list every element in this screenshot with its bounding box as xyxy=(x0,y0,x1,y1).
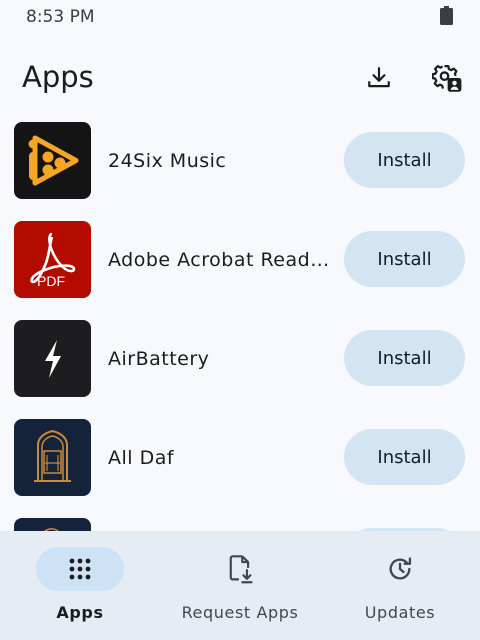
app-name: Adobe Acrobat Reader:… xyxy=(108,249,338,271)
all-daf-icon xyxy=(14,419,91,496)
app-row[interactable]: PDF Adobe Acrobat Reader:… Install xyxy=(0,211,480,310)
app-header: Apps xyxy=(0,48,480,108)
24six-music-icon xyxy=(14,122,91,199)
app-name: AirBattery xyxy=(108,348,210,370)
download-icon xyxy=(368,67,390,88)
nav-label: Apps xyxy=(56,603,104,622)
adobe-acrobat-icon: PDF xyxy=(14,221,91,298)
page-title: Apps xyxy=(22,60,94,94)
update-history-icon xyxy=(389,557,412,580)
request-file-icon xyxy=(229,555,253,584)
app-row[interactable]: 24Six Music Install xyxy=(0,112,480,211)
settings-account-icon xyxy=(432,65,462,92)
download-button[interactable] xyxy=(357,56,401,100)
nav-item-request-apps[interactable]: Request Apps xyxy=(160,531,320,640)
apps-grid-icon xyxy=(69,558,91,580)
nav-label: Updates xyxy=(364,603,436,622)
nav-item-apps[interactable]: Apps xyxy=(0,531,160,640)
app-row[interactable] xyxy=(0,508,480,532)
status-bar: 8:53 PM xyxy=(0,0,480,34)
battery-icon xyxy=(440,6,453,25)
app-name: 24Six Music xyxy=(108,150,227,172)
pdf-label: PDF xyxy=(37,273,65,289)
install-button[interactable]: Install xyxy=(344,330,465,386)
nav-active-indicator xyxy=(36,547,124,591)
install-button[interactable]: Install xyxy=(344,132,465,188)
install-button[interactable]: Install xyxy=(344,231,465,287)
nav-item-updates[interactable]: Updates xyxy=(320,531,480,640)
app-icon-partial xyxy=(14,518,91,532)
nav-label: Request Apps xyxy=(181,603,299,622)
app-row[interactable]: All Daf Install xyxy=(0,409,480,508)
bottom-navigation: Apps Request Apps Updates xyxy=(0,531,480,640)
app-name: All Daf xyxy=(108,447,175,469)
status-time: 8:53 PM xyxy=(26,7,95,27)
install-button[interactable]: Install xyxy=(344,429,465,485)
app-row[interactable]: AirBattery Install xyxy=(0,310,480,409)
airbattery-icon xyxy=(14,320,91,397)
app-list[interactable]: 24Six Music Install PDF Adobe Acrobat Re… xyxy=(0,112,480,532)
settings-button[interactable] xyxy=(425,56,469,100)
